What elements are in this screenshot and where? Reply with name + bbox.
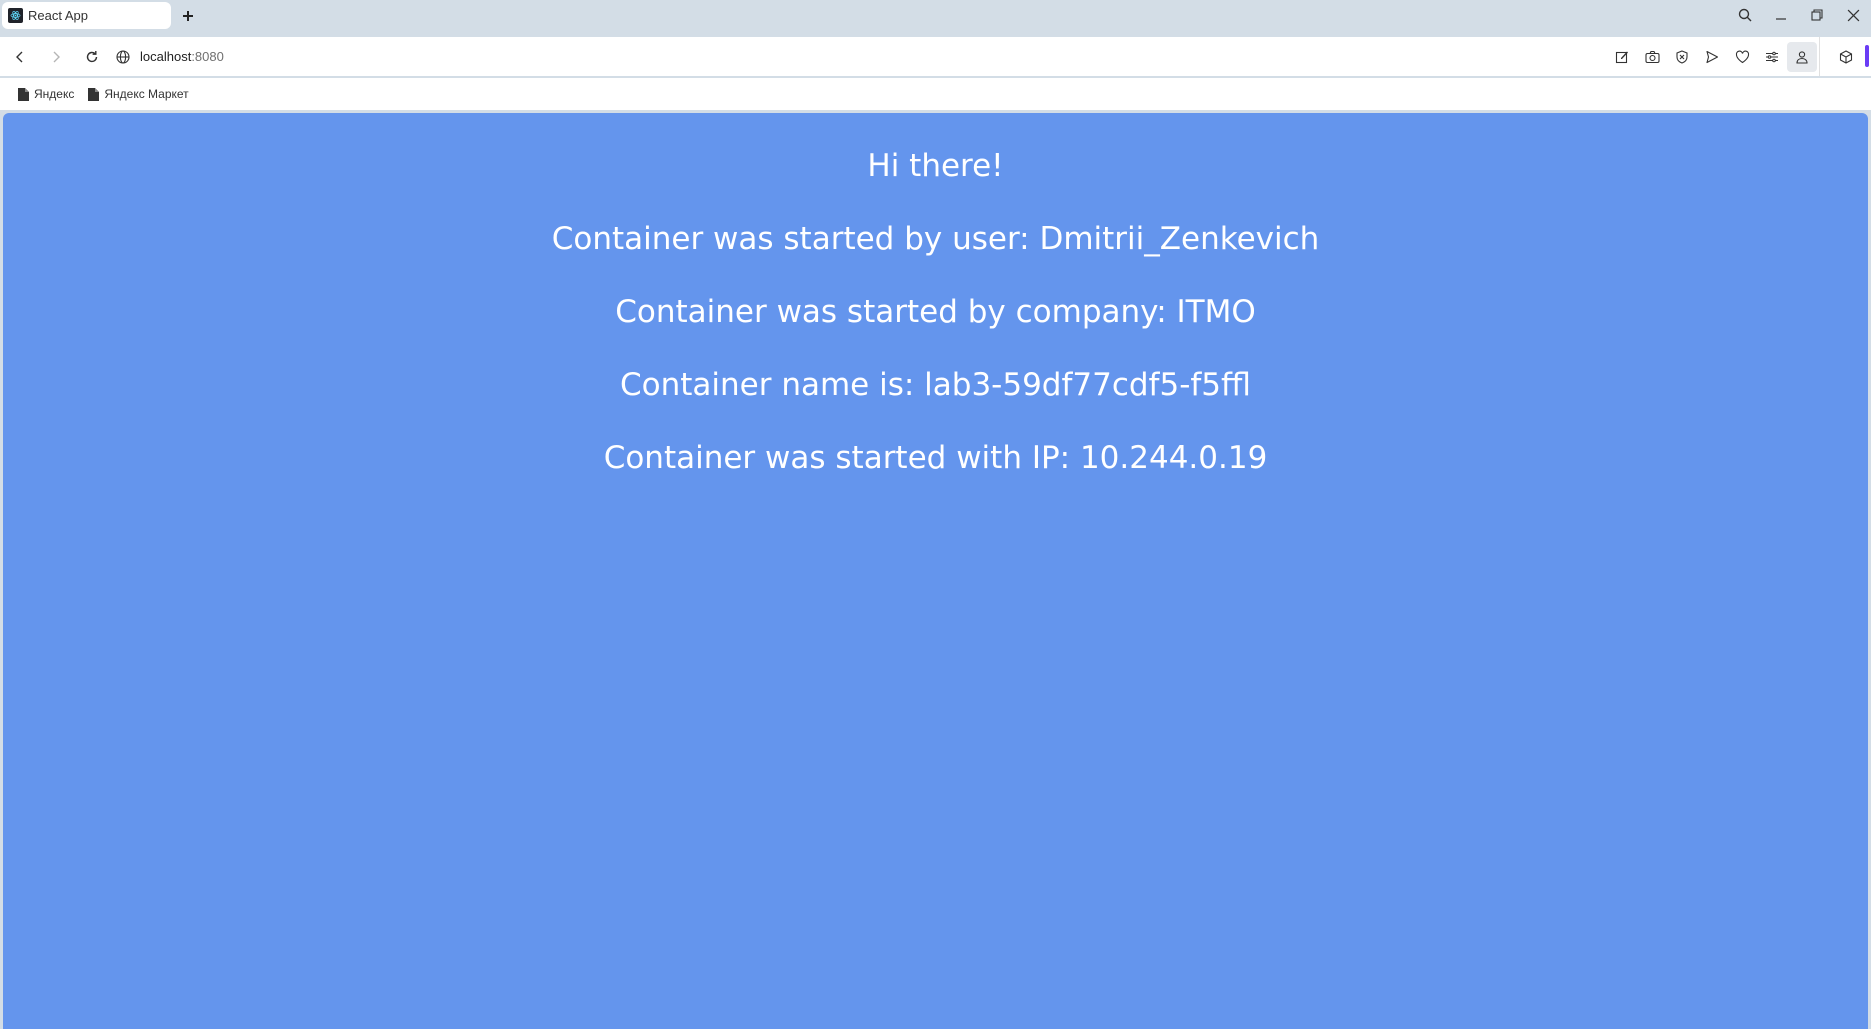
container-ip-text: Container was started with IP: 10.244.0.… [603, 440, 1268, 476]
profile-button[interactable] [1787, 41, 1817, 72]
pencil-square-icon [1615, 51, 1628, 63]
tab-strip: React App [0, 0, 1871, 36]
screenshot-button[interactable] [1637, 42, 1667, 72]
bookmark-yandex-market[interactable]: Яндекс Маркет [88, 87, 189, 101]
user-info-text: Container was started by user: Dmitrii_Z… [551, 221, 1320, 257]
address-host: localhost [140, 49, 192, 64]
page-viewport: Hi there! Container was started by user:… [3, 113, 1868, 1029]
reload-icon [86, 50, 98, 62]
bookmark-label: Яндекс [34, 87, 75, 101]
page-icon [88, 87, 100, 101]
send-icon [1706, 50, 1719, 63]
window-controls [1727, 0, 1871, 30]
heart-icon [1735, 50, 1749, 63]
favorite-button[interactable] [1727, 42, 1757, 72]
bookmark-yandex[interactable]: Яндекс [18, 87, 74, 101]
extensions-button[interactable] [1831, 42, 1861, 72]
bookmark-label: Яндекс Маркет [104, 87, 189, 101]
bookmarks-bar: Яндекс Яндекс Маркет [0, 78, 1871, 110]
adblock-button[interactable] [1667, 42, 1697, 72]
address-bar[interactable]: localhost:8080 [116, 42, 224, 72]
globe-icon [116, 49, 130, 64]
forward-button[interactable] [38, 39, 74, 75]
back-button[interactable] [2, 39, 38, 75]
minimize-icon [1776, 18, 1786, 20]
page-icon [18, 87, 29, 101]
tab-react-app[interactable]: React App [2, 2, 171, 29]
cube-icon [1839, 49, 1852, 64]
close-icon [1847, 9, 1859, 21]
close-window-button[interactable] [1835, 0, 1871, 30]
react-favicon-icon [8, 8, 23, 23]
edit-page-button[interactable] [1607, 42, 1637, 72]
new-tab-button[interactable] [177, 5, 199, 27]
extensions-area [1819, 37, 1871, 76]
container-name-text: Container name is: lab3-59df77cdf5-f5ffl [619, 367, 1251, 403]
browser-toolbar: localhost:8080 [0, 37, 1871, 76]
restore-icon [1811, 9, 1823, 21]
camera-icon [1644, 50, 1660, 63]
settings-menu-button[interactable] [1757, 42, 1787, 72]
chevron-right-icon [53, 51, 60, 62]
search-icon [1738, 8, 1752, 22]
minimize-button[interactable] [1763, 0, 1799, 30]
user-icon [1796, 50, 1808, 64]
shield-block-icon [1676, 49, 1688, 64]
search-tabs-button[interactable] [1727, 0, 1763, 30]
sliders-icon [1766, 51, 1778, 62]
send-button[interactable] [1697, 42, 1727, 72]
page-content: Hi there! Container was started by user:… [3, 113, 1868, 478]
chevron-left-icon [16, 51, 23, 62]
address-port: :8080 [191, 49, 224, 64]
reload-button[interactable] [74, 39, 110, 75]
greeting-text: Hi there! [867, 148, 1004, 184]
plus-icon [183, 11, 193, 21]
toolbar-actions [1607, 37, 1817, 76]
sidebar-indicator [1865, 45, 1869, 67]
tab-title: React App [28, 8, 88, 23]
company-info-text: Container was started by company: ITMO [615, 294, 1256, 330]
restore-button[interactable] [1799, 0, 1835, 30]
browser-window: React App localhost:8080 Яндекс Яндекс … [0, 0, 1871, 1029]
